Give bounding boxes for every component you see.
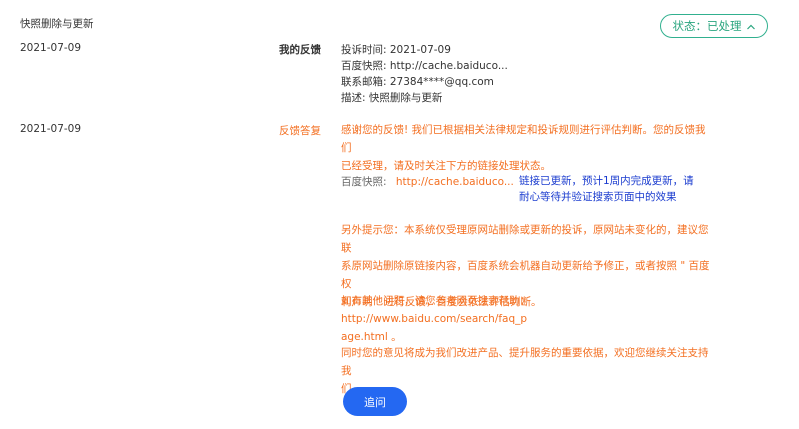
description: 描述: 快照删除与更新 [341,92,443,104]
update-note: 链接已更新，预计1周内完成更新，请 耐心等待并验证搜索页面中的效果 [519,173,709,205]
note-line: 耐心等待并验证搜索页面中的效果 [519,191,677,203]
reply-line: 另外提示您：本系统仅受理原网站删除或更新的投诉，原网站未变化的，建议您联 [341,224,709,254]
snapshot-url: 百度快照: http://cache.baiduco... [341,60,508,72]
reply-line: 同时您的意见将成为我们改进产品、提升服务的重要依据，欢迎您继续关注支持我 [341,347,709,377]
feedback-date: 2021-07-09 [20,42,82,54]
page-title: 快照删除与更新 [20,18,94,30]
snapshot-key: 百度快照: [341,176,387,188]
status-toggle-button[interactable]: 状态：已处理 [660,14,768,38]
note-line: 链接已更新，预计1周内完成更新，请 [519,175,694,187]
reply-label: 反馈答复 [279,125,321,137]
snapshot-link[interactable]: http://cache.baiduco... [396,176,514,188]
reply-line: 系原网站删除原链接内容，百度系统会机器自动更新给予修正，或者按照 " 百度权 [341,260,710,290]
reply-paragraph-3: 如有其他问题，请您参考网页搜索帮助： http://www.baidu.com/… [341,292,713,346]
chevron-up-icon [746,21,756,31]
feedback-label: 我的反馈 [279,44,321,56]
ask-button[interactable]: 追问 [343,387,407,416]
reply-line: 感谢您的反馈! 我们已根据相关法律规定和投诉规则进行评估判断。您的反馈我们 [341,124,706,154]
contact-email: 联系邮箱: 27384****@qq.com [341,76,494,88]
complaint-time: 投诉时间: 2021-07-09 [341,44,451,56]
reply-line: 如有其他问题，请您参考网页搜索帮助： http://www.baidu.com/… [341,295,530,325]
status-label: 状态：已处理 [672,19,742,33]
reply-date: 2021-07-09 [20,123,82,135]
reply-snapshot: 百度快照: http://cache.baiduco... [341,173,514,191]
reply-paragraph-1: 感谢您的反馈! 我们已根据相关法律规定和投诉规则进行评估判断。您的反馈我们 已经… [341,121,713,175]
